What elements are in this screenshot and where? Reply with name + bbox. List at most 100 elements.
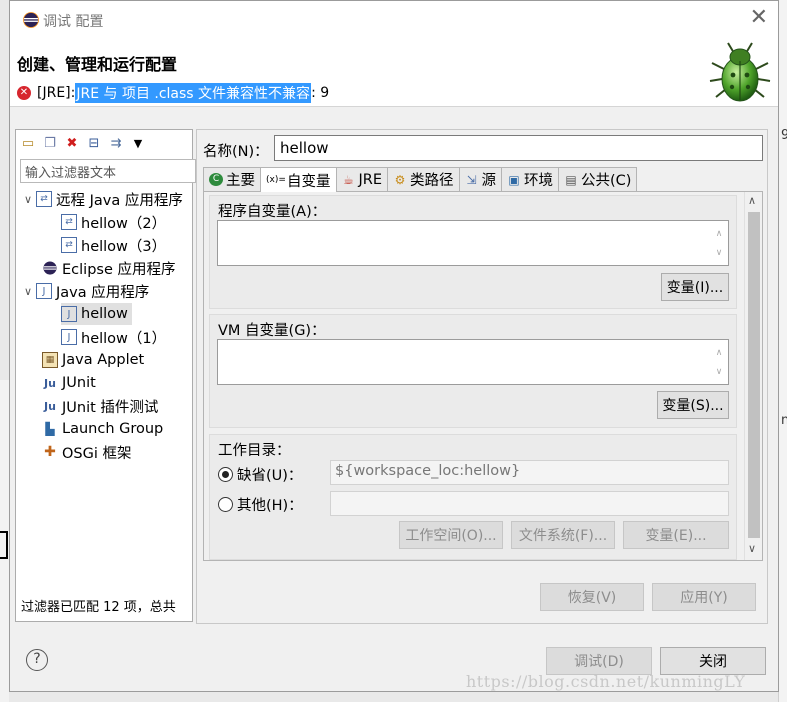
tab-label: 源 — [481, 173, 497, 189]
duplicate-configuration-icon[interactable]: ❐ — [42, 135, 58, 151]
tab-environment[interactable]: ▣ 环境 — [501, 167, 560, 191]
tree-node-hellow-3[interactable]: ⇄ hellow（3） — [61, 234, 166, 256]
tab-label: 类路径 — [410, 173, 454, 189]
revert-button[interactable]: 恢复(V) — [540, 583, 644, 611]
apply-button[interactable]: 应用(Y) — [652, 583, 756, 611]
tab-bar: C 主要 (x)= 自变量 ☕ JRE ⚙ 类路径 ⇲ 源 ▣ 环境 ▤ 公共(… — [203, 167, 638, 192]
error-suffix: : 9 — [311, 85, 330, 101]
debug-bug-icon — [709, 42, 771, 102]
tree-node-osgi[interactable]: ✚ OSGi 框架 — [42, 441, 131, 463]
radio-unchecked-icon[interactable] — [218, 497, 233, 512]
eclipse-icon — [42, 260, 58, 276]
tree-node-junit-plugin[interactable]: Ju JUnit 插件测试 — [42, 395, 158, 417]
tree-node-junit[interactable]: Ju JUnit — [42, 372, 96, 394]
tree-node-hellow[interactable]: J hellow — [61, 303, 132, 325]
debug-button[interactable]: 调试(D) — [546, 647, 652, 675]
vm-variables-button[interactable]: 变量(S)... — [657, 391, 729, 419]
tree-node-java-applet[interactable]: ▦ Java Applet — [42, 349, 144, 371]
program-arguments-label: 程序自变量(A)： — [218, 204, 327, 220]
error-selected-text[interactable]: JRE 与 项目 .class 文件兼容性不兼容 — [75, 83, 312, 103]
name-field[interactable]: hellow — [274, 135, 763, 161]
osgi-icon: ✚ — [44, 444, 56, 460]
tree-node-remote-java[interactable]: ∨ ⇄ 远程 Java 应用程序 — [24, 188, 183, 210]
default-radio[interactable]: 缺省(U)： — [218, 464, 302, 485]
program-arguments-group: 程序自变量(A)： ∧ ∨ 变量(I)... — [209, 195, 737, 309]
jre-icon: ☕ — [343, 172, 354, 187]
background-window-right: 9 n — [778, 0, 787, 702]
tree-node-label: Java Applet — [62, 352, 145, 368]
dialog-header: 创建、管理和运行配置 ✕ [JRE]: JRE 与 项目 .class 文件兼容… — [10, 39, 778, 107]
tab-classpath[interactable]: ⚙ 类路径 — [387, 167, 460, 191]
collapse-all-icon[interactable]: ⊟ — [86, 135, 102, 151]
background-window-left — [0, 380, 9, 702]
remote-java-icon: ⇄ — [36, 191, 52, 207]
tab-source[interactable]: ⇲ 源 — [458, 167, 503, 191]
eclipse-icon — [23, 12, 39, 28]
tab-label: JRE — [358, 171, 383, 188]
launch-config-icon: ⇄ — [61, 214, 77, 230]
tree-toolbar: ▭ ❐ ✖ ⊟ ⇉ ▼ — [20, 134, 146, 152]
tree-node-java-app[interactable]: ∨ J Java 应用程序 — [24, 280, 149, 302]
filesystem-button[interactable]: 文件系统(F)... — [511, 521, 615, 549]
default-label: 缺省(U)： — [237, 468, 303, 484]
tree-node-label: 远程 Java 应用程序 — [56, 192, 183, 209]
tree-node-label: hellow（2） — [81, 215, 167, 232]
filter-configurations-icon[interactable]: ⇉ — [108, 135, 124, 151]
filter-input[interactable]: 输入过滤器文本 — [20, 159, 196, 183]
tree-node-hellow-2[interactable]: ⇄ hellow（2） — [61, 211, 166, 233]
arguments-tab-panel: 程序自变量(A)： ∧ ∨ 变量(I)... VM 自变量(G)： ∧ ∨ 变量(S… — [203, 191, 763, 561]
java-app-icon: J — [36, 283, 52, 299]
workspace-button[interactable]: 工作空间(O)... — [399, 521, 503, 549]
tab-label: 公共(C) — [581, 173, 632, 189]
tab-label: 环境 — [524, 173, 554, 189]
java-config-icon: J — [61, 329, 77, 345]
launch-config-icon: ⇄ — [61, 237, 77, 253]
tree-node-label: Launch Group — [62, 421, 164, 437]
help-icon[interactable]: ? — [26, 649, 48, 671]
radio-checked-icon[interactable] — [218, 467, 233, 482]
applet-icon: ▦ — [42, 352, 58, 368]
background-fragment — [0, 531, 8, 559]
close-button[interactable]: 关闭 — [660, 647, 766, 675]
chevron-down-icon[interactable]: ∨ — [24, 193, 36, 206]
panel-scrollbar[interactable]: ∧ ∨ — [744, 192, 762, 560]
common-icon: ▤ — [565, 172, 577, 187]
tree-node-launch-group[interactable]: ▙ Launch Group — [42, 418, 163, 440]
delete-configuration-icon[interactable]: ✖ — [64, 135, 80, 151]
tree-node-label: JUnit — [62, 375, 96, 391]
vm-arguments-label: VM 自变量(G)： — [218, 323, 326, 339]
tab-common[interactable]: ▤ 公共(C) — [558, 167, 638, 191]
chevron-down-icon[interactable]: ∨ — [24, 285, 36, 298]
view-menu-icon[interactable]: ▼ — [130, 135, 146, 151]
page-title: 创建、管理和运行配置 — [17, 55, 178, 74]
close-icon[interactable]: ✕ — [750, 7, 768, 29]
other-radio[interactable]: 其他(H)： — [218, 494, 303, 515]
other-directory-field[interactable] — [330, 491, 729, 516]
program-variables-button[interactable]: 变量(I)... — [661, 273, 729, 301]
chevron-up-icon[interactable]: ∧ — [748, 194, 756, 207]
tree-node-eclipse-app[interactable]: Eclipse 应用程序 — [42, 257, 175, 279]
chevron-down-icon[interactable]: ∨ — [748, 542, 756, 555]
scrollbar-thumb[interactable] — [748, 212, 760, 538]
tree-node-label: Eclipse 应用程序 — [62, 261, 176, 278]
vm-arguments-textarea[interactable]: ∧ ∨ — [217, 339, 729, 385]
tab-main[interactable]: C 主要 — [203, 167, 261, 191]
new-configuration-icon[interactable]: ▭ — [20, 135, 36, 151]
error-prefix: [JRE]: — [37, 85, 76, 101]
tab-jre[interactable]: ☕ JRE — [335, 167, 389, 191]
arguments-icon: (x)= — [266, 175, 286, 185]
tree-node-label: hellow（1） — [81, 330, 167, 347]
tree-node-hellow-1[interactable]: J hellow（1） — [61, 326, 166, 348]
environment-icon: ▣ — [508, 172, 520, 187]
source-icon: ⇲ — [466, 172, 477, 187]
junit-icon: Ju — [44, 376, 56, 390]
tab-arguments[interactable]: (x)= 自变量 — [260, 167, 337, 192]
textarea-scroll-icon: ∧ ∨ — [715, 229, 723, 258]
program-arguments-textarea[interactable]: ∧ ∨ — [217, 220, 729, 266]
variables-button[interactable]: 变量(E)... — [623, 521, 729, 549]
tree-node-label: hellow — [81, 306, 128, 322]
filter-status: 过滤器已匹配 12 项，总共 — [21, 600, 176, 615]
working-directory-group: 工作目录： 缺省(U)： ${workspace_loc:hellow} 其他(… — [209, 434, 737, 560]
launch-group-icon: ▙ — [45, 422, 55, 436]
debug-configurations-dialog: 调试 配置 ✕ 创建、管理和运行配置 ✕ [JRE]: JRE 与 项目 .cl… — [9, 0, 779, 692]
